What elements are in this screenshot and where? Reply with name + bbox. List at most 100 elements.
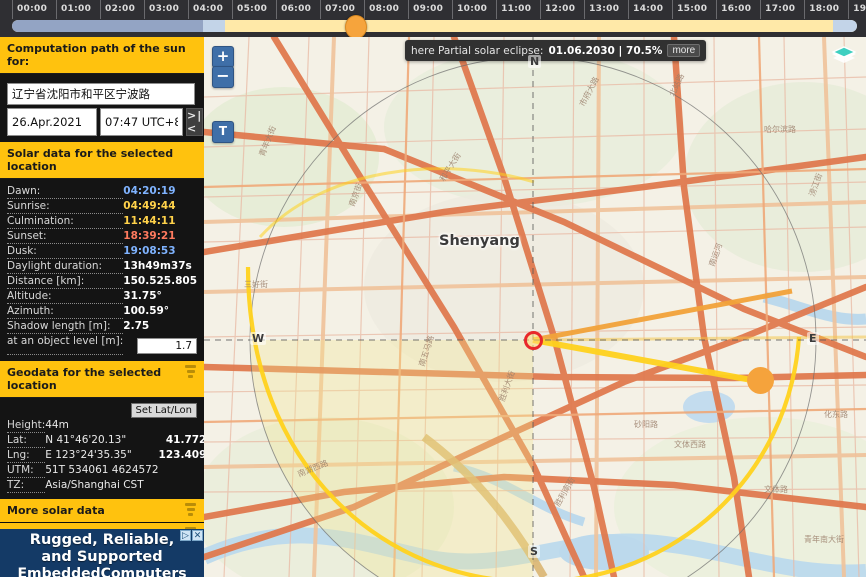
eclipse-prefix-label: here Partial solar eclipse:	[411, 44, 544, 57]
zoom-in-button[interactable]: +	[212, 46, 234, 68]
svg-text:文体路: 文体路	[764, 484, 788, 494]
solar-data-row: Sunrise: 04:49:44	[7, 198, 197, 214]
ad-controls: ▷ ✕	[180, 530, 203, 541]
eclipse-more-button[interactable]: more	[667, 44, 701, 57]
timeline-tick-label: 05:00	[237, 4, 268, 14]
geodata-header: Geodata for the selected location	[0, 361, 204, 398]
location-panel: >|<	[0, 74, 204, 142]
sidebar: Computation path of the sun for: >|< Sol…	[0, 37, 204, 577]
geodata-row: Lat:N 41°46'20.13" 41.77226°	[7, 432, 204, 448]
solar-data-row: Altitude: 31.75°	[7, 288, 197, 304]
solar-row-value: 100.59°	[123, 304, 170, 317]
solar-row-label: Distance [km]:	[7, 273, 124, 289]
geodata-row: UTM: 51T 534061 4624572	[7, 462, 204, 478]
timeline-night-segment	[12, 20, 203, 32]
ad-close-icon[interactable]: ✕	[192, 530, 203, 541]
solar-row-value: 13h49m37s	[123, 259, 192, 272]
geodata-row-label: Lat:	[7, 432, 46, 448]
map-canvas: 青年大街 南京街 和平大街 市府大路 北站路 哈尔滨路 滂江街 南五马路 胜利大…	[204, 37, 866, 577]
map-view[interactable]: 青年大街 南京街 和平大街 市府大路 北站路 哈尔滨路 滂江街 南五马路 胜利大…	[204, 37, 866, 577]
sun-position-marker[interactable]	[747, 367, 774, 394]
timeline-tick: 02:00	[100, 0, 144, 19]
solar-row-label: Sunset:	[7, 228, 124, 244]
object-level-input[interactable]	[137, 337, 198, 354]
timeline-daylight-track[interactable]	[12, 20, 857, 32]
timeline-tick-label: 10:00	[457, 4, 488, 14]
timeline-tick: 05:00	[232, 0, 276, 19]
timeline-tick: 09:00	[408, 0, 452, 19]
timeline-tick-label: 02:00	[105, 4, 136, 14]
solar-row-label: Dusk:	[7, 243, 124, 259]
timeline-tick-label: 19:00	[853, 4, 866, 14]
timeline-tick-label: 07:00	[325, 4, 356, 14]
solar-row-value: 2.75	[123, 319, 150, 332]
geodata-row-text: E 123°24'35.35"	[45, 448, 132, 461]
timeline-tick-label: 17:00	[765, 4, 796, 14]
ad-banner[interactable]: Rugged, Reliable, and Supported Embedded…	[0, 529, 204, 577]
sidebar-menu-item[interactable]: More solar data	[0, 499, 204, 523]
ad-info-icon[interactable]: ▷	[180, 530, 191, 541]
solar-row-value: 18:39:21	[123, 229, 176, 242]
solar-data-row: Distance [km]: 150.525.805	[7, 273, 198, 289]
solar-row-value: 11:44:11	[123, 214, 176, 227]
selected-location-marker[interactable]	[524, 331, 543, 350]
solar-row-value: 150.525.805	[123, 274, 198, 287]
geodata-row-text: N 41°46'20.13"	[45, 433, 127, 446]
timeline-tick: 03:00	[144, 0, 188, 19]
eclipse-info-banner: here Partial solar eclipse: 01.06.2030 |…	[405, 40, 707, 61]
timeline-tick: 15:00	[672, 0, 716, 19]
city-label: Shenyang	[439, 233, 520, 249]
solar-data-row: Sunset: 18:39:21	[7, 228, 197, 244]
geodata-row: Lng:E 123°24'35.35" 123.40982°	[7, 447, 204, 463]
compass-west-label: W	[250, 332, 267, 345]
location-input[interactable]	[7, 83, 195, 105]
timeline-tick-label: 18:00	[809, 4, 840, 14]
timeline-tick: 10:00	[452, 0, 496, 19]
geodata-row-value	[159, 478, 204, 493]
step-time-button[interactable]: >|<	[186, 108, 204, 136]
solar-data-header: Solar data for the selected location	[0, 142, 204, 179]
compass-north-label: N	[528, 55, 542, 68]
computation-header: Computation path of the sun for:	[0, 37, 204, 74]
svg-text:三好街: 三好街	[244, 279, 268, 289]
solar-data-row: Azimuth: 100.59°	[7, 303, 197, 319]
solar-data-row: Shadow length [m]: 2.75	[7, 318, 197, 334]
solar-row-value: 31.75°	[123, 289, 162, 302]
geodata-row: TZ: Asia/Shanghai CST	[7, 477, 204, 493]
timeline-tick: 13:00	[584, 0, 628, 19]
layers-icon[interactable]	[829, 42, 859, 72]
terrain-toggle-button[interactable]: T	[212, 121, 234, 143]
timeline-tick-label: 15:00	[677, 4, 708, 14]
timeline-tick-label: 04:00	[193, 4, 224, 14]
svg-text:化东路: 化东路	[824, 409, 848, 419]
date-input[interactable]	[7, 108, 97, 136]
solar-row-label: Azimuth:	[7, 303, 124, 319]
timeline-tick: 01:00	[56, 0, 100, 19]
timeline-day-segment	[224, 20, 833, 32]
timeline-tick: 00:00	[12, 0, 56, 19]
geodata-row-text: Asia/Shanghai CST	[45, 478, 144, 491]
geodata-row-value	[159, 463, 204, 478]
geodata-collapse-icon[interactable]	[185, 365, 197, 378]
timeline-tick-label: 00:00	[17, 4, 48, 14]
geodata-row-label: TZ:	[7, 477, 46, 493]
timeline-tick-label: 14:00	[633, 4, 664, 14]
solar-data-row: Daylight duration: 13h49m37s	[7, 258, 197, 274]
object-level-row: at an object level [m]:	[7, 333, 198, 355]
svg-text:哈尔滨路: 哈尔滨路	[764, 124, 796, 134]
timeline-tick-label: 01:00	[61, 4, 92, 14]
timeline-time-handle[interactable]	[344, 15, 367, 39]
time-input[interactable]	[100, 108, 183, 136]
solar-row-label: Daylight duration:	[7, 258, 124, 274]
chevron-stack-icon[interactable]	[185, 503, 197, 516]
ad-line-1: Rugged, Reliable,	[29, 532, 175, 548]
timeline-tick-label: 09:00	[413, 4, 444, 14]
set-latlon-button[interactable]: Set Lat/Lon	[130, 403, 197, 418]
solar-data-row: Culmination: 11:44:11	[7, 213, 197, 229]
geodata-row-text: 44m	[45, 419, 69, 431]
timeline-tick: 19:00	[848, 0, 866, 19]
timeline-tick: 11:00	[496, 0, 540, 19]
timeline-bar[interactable]: 00:00 01:00 02:00 03:00 04:00 05:00 06:00 07:00…	[0, 0, 866, 39]
zoom-out-button[interactable]: −	[212, 66, 234, 88]
timeline-tick-label: 12:00	[545, 4, 576, 14]
